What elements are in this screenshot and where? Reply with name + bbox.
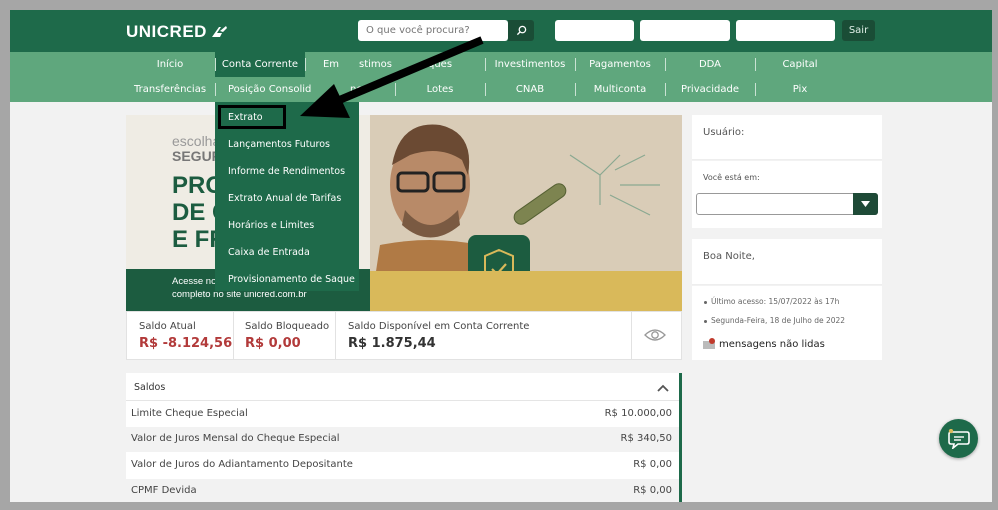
row-label: CPMF Devida (131, 485, 197, 496)
date-text: Segunda-Feira, 18 de Julho de 2022 (711, 316, 846, 325)
last-access-item: Último acesso: 15/07/2022 às 17h (704, 297, 839, 306)
chat-icon (947, 428, 970, 449)
balance-divider (631, 312, 632, 359)
unread-messages-text: mensagens não lidas (719, 338, 825, 350)
saldos-title: Saldos (134, 382, 166, 393)
row-label: Valor de Juros Mensal do Cheque Especial (131, 433, 340, 444)
banner-tagline-1: escolha (172, 133, 221, 149)
nav-inicio[interactable]: Início (125, 52, 215, 77)
header-field-1[interactable] (555, 20, 634, 41)
header-field-3[interactable] (736, 20, 835, 41)
menu-item-extrato[interactable]: Extrato (228, 112, 263, 123)
nav-divider (755, 58, 756, 71)
menu-item-informe-rendimentos[interactable]: Informe de Rendimentos (228, 166, 345, 177)
toggle-visibility-button[interactable] (644, 327, 666, 347)
location-label: Você está em: (703, 173, 760, 182)
nav-pagamentos[interactable]: Pagamentos (575, 52, 665, 77)
table-row: Valor de Juros do Adiantamento Depositan… (126, 453, 679, 478)
nav-multiconta[interactable]: Multiconta (575, 77, 665, 102)
nav-divider (215, 58, 216, 71)
logo-mark-icon (211, 26, 227, 37)
logo-text: UNICRED (126, 22, 207, 41)
nav-pix[interactable]: Pix (755, 77, 845, 102)
bullet-icon (704, 319, 707, 323)
row-value: R$ 0,00 (633, 459, 672, 470)
bullet-icon (704, 300, 707, 304)
header-field-2[interactable] (640, 20, 730, 41)
unicred-logo[interactable]: UNICRED (126, 22, 228, 42)
menu-item-caixa-entrada[interactable]: Caixa de Entrada (228, 247, 310, 258)
last-access-text: Último acesso: 15/07/2022 às 17h (711, 297, 840, 306)
table-row: Valor de Juros Mensal do Cheque Especial… (126, 427, 679, 452)
saldo-disponivel-value: R$ 1.875,44 (348, 336, 436, 351)
user-card: Usuário: (692, 115, 882, 160)
row-value: R$ 340,50 (620, 433, 672, 444)
top-bar: UNICRED Sair (10, 10, 992, 52)
nav-investimentos[interactable]: Investimentos (485, 52, 575, 77)
nav-dda[interactable]: DDA (665, 52, 755, 77)
greeting-text: Boa Noite, (703, 251, 755, 262)
annotation-arrow (300, 36, 484, 118)
saldo-bloqueado-value: R$ 0,00 (245, 336, 301, 351)
balance-divider (233, 312, 234, 359)
menu-item-horarios-limites[interactable]: Horários e Limites (228, 220, 314, 231)
location-card: Você está em: (692, 161, 882, 228)
greeting-card: Boa Noite, (692, 239, 882, 285)
saldo-atual-label: Saldo Atual (139, 321, 196, 332)
menu-item-extrato-anual-tarifas[interactable]: Extrato Anual de Tarifas (228, 193, 341, 204)
caret-down-icon (861, 201, 870, 207)
row-label: Limite Cheque Especial (131, 408, 248, 419)
nav-divider (575, 83, 576, 96)
balance-summary: Saldo Atual R$ -8.124,56 Saldo Bloqueado… (126, 311, 682, 360)
user-label: Usuário: (703, 127, 745, 138)
table-row: CPMF Devida R$ 0,00 (126, 479, 679, 502)
nav-divider (215, 83, 216, 96)
nav-cnab[interactable]: CNAB (485, 77, 575, 102)
menu-item-lancamentos-futuros[interactable]: Lançamentos Futuros (228, 139, 330, 150)
location-select[interactable] (696, 193, 878, 215)
location-select-toggle[interactable] (853, 193, 878, 215)
date-item: Segunda-Feira, 18 de Julho de 2022 (704, 316, 845, 325)
menu-item-provisionamento-saque[interactable]: Provisionamento de Saque (228, 274, 355, 285)
nav-divider (575, 58, 576, 71)
nav-capital[interactable]: Capital (755, 52, 845, 77)
search-button[interactable] (508, 20, 534, 41)
promo-banner[interactable]: escolha SEGUR PRO DE C E FR Acesse no co… (126, 115, 682, 311)
saldo-disponivel-label: Saldo Disponível em Conta Corrente (348, 321, 530, 332)
nav-privacidade[interactable]: Privacidade (665, 77, 755, 102)
browser-frame: UNICRED Sair Início Conta Corrente stimo… (10, 10, 992, 502)
row-label: Valor de Juros do Adiantamento Depositan… (131, 459, 353, 470)
logout-button[interactable]: Sair (842, 20, 875, 41)
eye-icon (644, 329, 666, 341)
nav-transferencias[interactable]: Transferências (125, 77, 215, 102)
saldo-atual-value: R$ -8.124,56 (139, 336, 233, 351)
chevron-up-icon[interactable] (657, 384, 669, 392)
saldos-header[interactable]: Saldos (126, 373, 679, 401)
balance-divider (335, 312, 336, 359)
row-value: R$ 10.000,00 (604, 408, 672, 419)
saldo-bloqueado-label: Saldo Bloqueado (245, 321, 330, 332)
nav-divider (665, 58, 666, 71)
table-row: Limite Cheque Especial R$ 10.000,00 (126, 402, 679, 427)
search-icon (516, 25, 526, 36)
row-value: R$ 0,00 (633, 485, 672, 496)
nav-divider (755, 83, 756, 96)
mail-icon (703, 338, 715, 349)
session-info-card: Último acesso: 15/07/2022 às 17h Segunda… (692, 286, 882, 360)
banner-footer-1: Acesse no (172, 276, 217, 287)
conta-corrente-dropdown: Extrato Lançamentos Futuros Informe de R… (215, 102, 359, 291)
unread-messages-link[interactable]: mensagens não lidas (703, 338, 825, 350)
saldos-panel: Saldos Limite Cheque Especial R$ 10.000,… (126, 373, 682, 502)
chat-button[interactable] (939, 419, 978, 458)
banner-gold-strip (370, 271, 682, 311)
nav-divider (665, 83, 666, 96)
